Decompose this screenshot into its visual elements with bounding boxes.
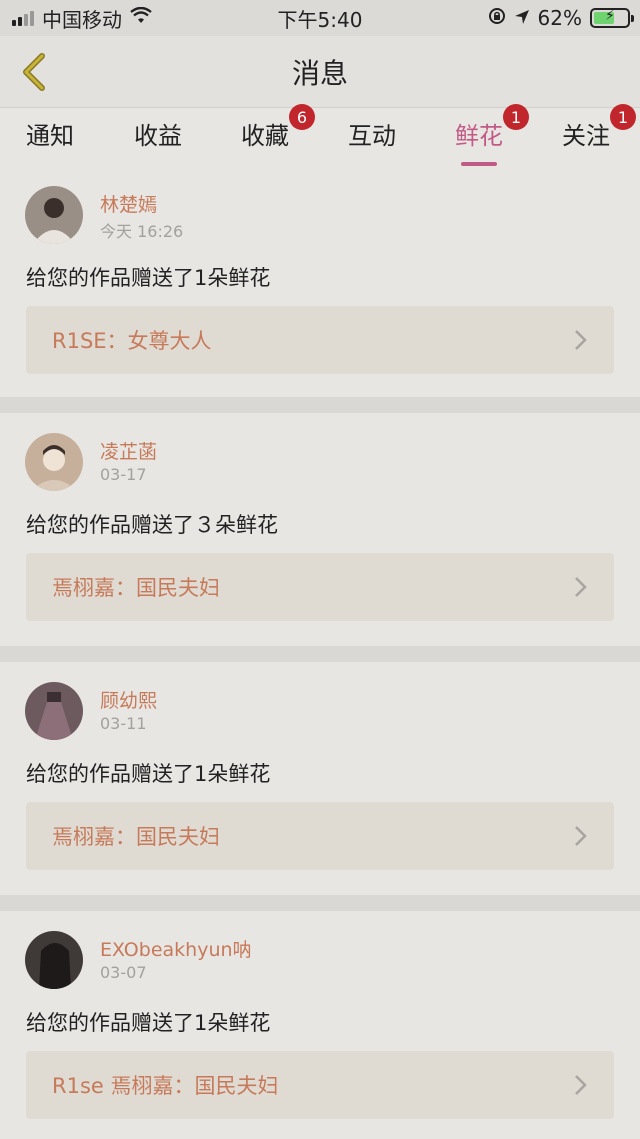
message-card: EXObeakhyun呐 03-07 给您的作品赠送了1朵鲜花 R1se 焉栩嘉… — [0, 911, 640, 1139]
work-title: R1SE：女尊大人 — [52, 329, 212, 353]
tab-interactions[interactable]: 互动 — [348, 116, 396, 160]
chevron-right-icon — [575, 826, 587, 846]
card-divider — [0, 397, 640, 413]
work-link[interactable]: R1SE：女尊大人 — [26, 306, 614, 374]
battery-icon: ⚡ — [590, 8, 634, 28]
status-bar: 中国移动 下午5:40 62% ⚡ — [0, 0, 640, 36]
work-link[interactable]: R1se 焉栩嘉：国民夫妇 — [26, 1051, 614, 1119]
tab-favorites[interactable]: 收藏 6 — [241, 104, 315, 160]
signal-icon — [12, 10, 34, 26]
page-title: 消息 — [291, 56, 348, 90]
sender-name[interactable]: 林楚嫣 — [100, 190, 157, 217]
chevron-right-icon — [575, 577, 587, 597]
message-date: 今天 16:26 — [100, 222, 184, 241]
unread-badge: 1 — [503, 104, 529, 130]
avatar[interactable] — [25, 186, 83, 244]
tab-label: 收藏 — [241, 122, 289, 150]
sender-name[interactable]: EXObeakhyun呐 — [100, 935, 252, 962]
rotation-lock-icon — [488, 6, 506, 30]
message-date: 03-11 — [100, 714, 147, 733]
work-link[interactable]: 焉栩嘉：国民夫妇 — [26, 553, 614, 621]
message-card: 顾幼熙 03-11 给您的作品赠送了1朵鲜花 焉栩嘉：国民夫妇 — [0, 662, 640, 896]
card-divider — [0, 895, 640, 911]
work-title: 焉栩嘉：国民夫妇 — [52, 576, 220, 600]
message-text: 给您的作品赠送了1朵鲜花 — [26, 1011, 271, 1035]
chevron-right-icon — [575, 330, 587, 350]
carrier-label: 中国移动 — [42, 7, 122, 32]
avatar[interactable] — [25, 433, 83, 491]
tab-notifications[interactable]: 通知 — [26, 116, 74, 160]
tab-earnings[interactable]: 收益 — [134, 116, 182, 160]
message-date: 03-07 — [100, 963, 147, 982]
back-button[interactable] — [14, 50, 54, 94]
tab-flowers[interactable]: 鲜花 1 — [455, 104, 529, 166]
tab-following[interactable]: 关注 1 — [562, 104, 636, 160]
avatar[interactable] — [25, 931, 83, 989]
tab-label: 鲜花 — [455, 122, 503, 150]
tab-label: 互动 — [348, 122, 396, 150]
location-icon — [514, 6, 530, 30]
tab-label: 关注 — [562, 122, 610, 150]
avatar[interactable] — [25, 682, 83, 740]
card-divider — [0, 646, 640, 662]
status-left: 中国移动 — [12, 4, 152, 33]
status-right: 62% ⚡ — [488, 6, 634, 30]
wifi-icon — [130, 6, 152, 30]
tab-bar: 通知 收益 收藏 6 互动 鲜花 1 关注 1 — [0, 104, 640, 166]
work-title: 焉栩嘉：国民夫妇 — [52, 825, 220, 849]
message-text: 给您的作品赠送了1朵鲜花 — [26, 266, 271, 290]
sender-name[interactable]: 凌芷菡 — [100, 437, 157, 464]
message-text: 给您的作品赠送了３朵鲜花 — [26, 513, 278, 537]
clock-label: 下午5:40 — [277, 7, 363, 32]
unread-badge: 1 — [610, 104, 636, 130]
sender-name[interactable]: 顾幼熙 — [100, 686, 157, 713]
charging-bolt-icon: ⚡ — [605, 8, 615, 24]
battery-label: 62% — [537, 6, 582, 30]
work-link[interactable]: 焉栩嘉：国民夫妇 — [26, 802, 614, 870]
message-date: 03-17 — [100, 465, 147, 484]
message-text: 给您的作品赠送了1朵鲜花 — [26, 762, 271, 786]
tab-label: 通知 — [26, 122, 74, 150]
chevron-left-icon — [23, 53, 45, 91]
nav-header: 消息 — [0, 36, 640, 108]
unread-badge: 6 — [289, 104, 315, 130]
work-title: R1se 焉栩嘉：国民夫妇 — [52, 1074, 279, 1098]
message-card: 凌芷菡 03-17 给您的作品赠送了３朵鲜花 焉栩嘉：国民夫妇 — [0, 413, 640, 647]
message-card: 林楚嫣 今天 16:26 给您的作品赠送了1朵鲜花 R1SE：女尊大人 — [0, 166, 640, 400]
tab-label: 收益 — [134, 122, 182, 150]
chevron-right-icon — [575, 1075, 587, 1095]
